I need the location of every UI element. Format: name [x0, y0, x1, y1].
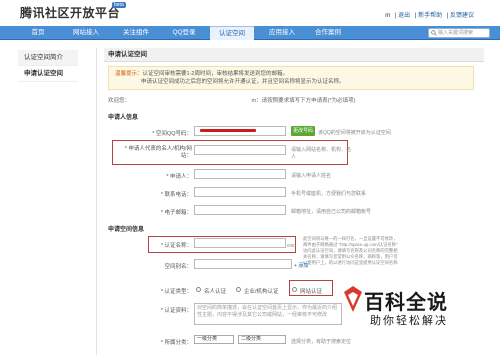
space-alias-input[interactable] — [194, 259, 292, 269]
change-number-button[interactable]: 更改号码 — [291, 126, 316, 136]
page-title: 申请认证空间 — [104, 48, 484, 62]
nav-item-certified-space[interactable]: 认证空间 — [210, 26, 254, 40]
feedback-link[interactable]: 反馈建议 — [450, 13, 474, 19]
representative-label: * 申请人代表的名人/机构/网站： — [124, 146, 192, 159]
notice-line-1: 温馨提示：认证空间审核需要1-2周时间，审核结果将发送到您的邮箱。 — [115, 70, 467, 78]
qq-hint: 该QQ的空间将被开启为认证空间 — [318, 130, 391, 136]
search-icon — [431, 30, 437, 36]
applicant-section-title: 申请人信息 — [108, 115, 139, 121]
radio-celebrity[interactable] — [196, 287, 201, 292]
welcome-tip: ：请按照要求填写下方申请表(*为必填项) — [256, 98, 356, 104]
sidebar-item-apply[interactable]: 申请认证空间 — [18, 66, 78, 82]
category-select-1[interactable]: 一级分类 — [194, 335, 234, 344]
site-logo[interactable]: 腾讯社区开放平台 — [20, 4, 120, 21]
applicant-label: * 申请人： — [166, 174, 192, 180]
notice-label: 温馨提示： — [115, 71, 143, 77]
redaction-bar — [200, 129, 256, 132]
watermark-logo-text: 百科全说 — [364, 290, 448, 314]
cert-data-label: * 认证资料： — [160, 308, 192, 314]
main-panel: 申请认证空间 — [104, 48, 484, 62]
watermark-logo-icon — [344, 286, 362, 312]
notice-text-1: 认证空间审核需要1-2周时间，审核结果将发送到您的邮箱。 — [142, 71, 288, 77]
qq-label: * 空间QQ号码： — [152, 131, 192, 137]
phone-input[interactable] — [194, 187, 286, 197]
cert-name-input[interactable] — [194, 238, 286, 248]
nav-item-qq-login[interactable]: QQ登录 — [164, 26, 204, 40]
search-placeholder: 输入关键词搜索 — [438, 30, 474, 36]
email-input[interactable] — [194, 205, 286, 215]
representative-hint: 请输入网站名称、机构、名人 — [291, 147, 352, 160]
separator: | — [414, 13, 417, 19]
search-input[interactable]: 输入关键词搜索 — [428, 28, 490, 38]
welcome-prefix: 欢迎您： — [108, 98, 131, 104]
email-hint: 邮箱地址，请用自己公司的邮箱帐号 — [291, 209, 372, 215]
welcome-line: 欢迎您： m：请按照要求填写下方申请表(*为必填项) — [108, 96, 355, 104]
cert-type-label: * 认证类型： — [160, 289, 192, 295]
cert-name-label: * 认证名称： — [160, 243, 192, 249]
radio-website[interactable] — [292, 287, 297, 292]
help-link[interactable]: 新手帮助 — [418, 13, 442, 19]
nav-item-app-access[interactable]: 应用接入 — [262, 26, 302, 40]
applicant-input[interactable] — [194, 169, 286, 179]
notice-box: 温馨提示：认证空间审核需要1-2周时间，审核结果将发送到您的邮箱。 申请认证空间… — [108, 66, 474, 90]
nav-item-cases[interactable]: 合作案例 — [308, 26, 348, 40]
nav-item-site-access[interactable]: 网站接入 — [66, 26, 106, 40]
radio-website-label: 网站认证 — [300, 289, 323, 295]
category-select-2[interactable]: 二级分类 — [238, 335, 286, 344]
username: m — [385, 13, 391, 19]
radio-enterprise[interactable] — [236, 287, 241, 292]
nav-item-follow-widget[interactable]: 关注组件 — [116, 26, 156, 40]
logout-link[interactable]: 退出 — [398, 13, 410, 19]
watermark-subtitle: 助你轻松解决 — [370, 314, 448, 327]
beta-badge: beta — [112, 2, 126, 8]
category-label: * 所属分类： — [160, 340, 192, 346]
radio-celebrity-label: 名人认证 — [204, 289, 227, 295]
sidebar-item-intro[interactable]: 认证空间简介 — [18, 50, 78, 66]
phone-hint: 手机号或座机，方便我们与您联系 — [291, 191, 367, 197]
nav-item-home[interactable]: 首页 — [20, 26, 56, 40]
cert-counter: 0/50 — [287, 243, 296, 248]
radio-enterprise-label: 企业/机构认证 — [244, 289, 279, 295]
page: 腾讯社区开放平台 beta m | 退出 | 新手帮助 | 反馈建议 首页 网站… — [0, 0, 500, 355]
top-links: m | 退出 | 新手帮助 | 反馈建议 — [382, 10, 474, 19]
category-hint: 选择分类，有助于搜索定位 — [291, 339, 352, 345]
representative-input[interactable] — [194, 145, 286, 155]
watermark: 百科全说 助你轻松解决 — [340, 282, 480, 332]
notice-line-2: 申请认证空间成功之后您的空间将允许开通认证，并且空间名称将显示为认证名称。 — [141, 79, 345, 85]
separator: | — [394, 13, 397, 19]
phone-label: * 联系电话： — [160, 192, 192, 198]
space-section-title: 申请空间信息 — [108, 227, 145, 233]
separator: | — [446, 13, 449, 19]
cert-name-hint: 此空间将与唯一的一样打名，一旦设置不可修改，两件由于网络通过 "http://s… — [303, 236, 398, 265]
space-alias-label: 空间别名： — [164, 264, 192, 270]
applicant-hint: 请输入申请人姓名 — [291, 173, 332, 179]
cert-data-textarea[interactable]: 对空间的简单描述，会在认证空间首页上显示，作为最近的介绍性主题，内容不得涉及其它… — [194, 303, 342, 325]
sidebar: 认证空间简介 申请认证空间 — [18, 50, 78, 82]
main-nav: 首页 网站接入 关注组件 QQ登录 认证空间 应用接入 合作案例 输入关键词搜索 — [0, 26, 500, 40]
header: 腾讯社区开放平台 beta m | 退出 | 新手帮助 | 反馈建议 — [0, 0, 500, 26]
divider — [96, 48, 97, 355]
email-label: * 电子邮箱： — [160, 210, 192, 216]
add-alias-link[interactable]: + 添加 — [294, 262, 308, 269]
